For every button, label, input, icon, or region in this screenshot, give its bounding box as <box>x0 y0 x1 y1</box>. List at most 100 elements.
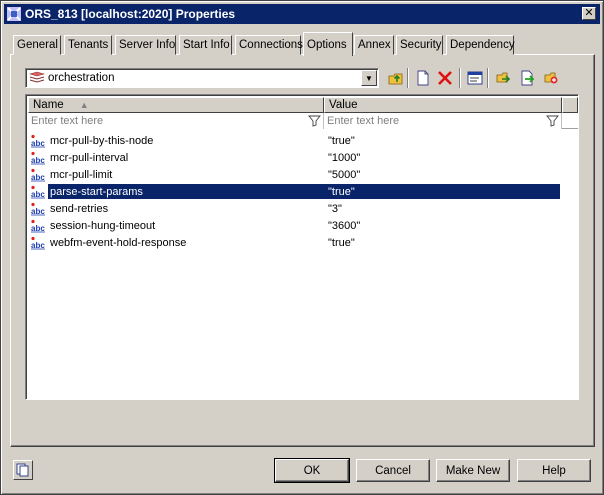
column-header-filler <box>562 97 578 113</box>
section-stack-icon <box>29 71 45 83</box>
sort-ascending-icon: ▲ <box>79 100 89 110</box>
tab-start-info[interactable]: Start Info <box>179 35 232 55</box>
tab-general[interactable]: General <box>13 35 61 55</box>
name-filter-cell <box>28 113 324 129</box>
paste-icon <box>521 70 535 86</box>
help-button[interactable]: Help <box>517 459 591 482</box>
string-option-icon: abc <box>31 168 45 182</box>
value-filter-input[interactable] <box>327 114 561 128</box>
title-bar: ORS_813 [localhost:2020] Properties ✕ <box>4 4 600 24</box>
up-folder-icon <box>388 73 403 85</box>
tab-tenants[interactable]: Tenants <box>64 35 112 55</box>
dropdown-arrow-button[interactable]: ▼ <box>361 70 377 86</box>
name-cell: abc session-hung-timeout <box>30 217 157 234</box>
grid-header: Name ▲ Value <box>28 97 578 113</box>
option-name: parse-start-params <box>50 185 143 198</box>
option-value: "5000" <box>328 168 361 181</box>
up-folder-button[interactable] <box>386 68 406 88</box>
option-value: "true" <box>328 236 355 249</box>
string-option-icon: abc <box>31 151 45 165</box>
name-cell: abc send-retries <box>30 200 110 217</box>
name-cell: abc webfm-event-hold-response <box>30 234 188 251</box>
table-row[interactable]: abc mcr-pull-by-this-node "true" <box>28 132 578 149</box>
grid-rows: abc mcr-pull-by-this-node "true" abc mcr… <box>28 132 578 251</box>
section-select[interactable]: orchestration ▼ <box>25 68 379 88</box>
tab-label: General <box>17 39 58 51</box>
ok-button[interactable]: OK <box>274 458 350 483</box>
new-button[interactable] <box>413 68 433 88</box>
tab-security[interactable]: Security <box>396 35 443 55</box>
name-cell: abc mcr-pull-interval <box>30 149 130 166</box>
string-option-icon: abc <box>31 185 45 199</box>
value-filter-cell <box>324 113 562 129</box>
column-header-label: Name <box>33 99 64 111</box>
make-new-button-label: Make New <box>445 464 501 477</box>
chevron-down-icon: ▼ <box>365 73 373 83</box>
table-row[interactable]: abc mcr-pull-limit "5000" <box>28 166 578 183</box>
window-title: ORS_813 [localhost:2020] Properties <box>25 7 236 21</box>
copy-window-button[interactable] <box>13 460 33 480</box>
tab-connections[interactable]: Connections <box>235 35 303 55</box>
tab-label: Connections <box>239 39 303 51</box>
properties-button[interactable] <box>465 68 485 88</box>
export-button[interactable] <box>541 68 561 88</box>
help-button-label: Help <box>542 464 566 477</box>
toolbar-separator <box>487 68 489 88</box>
filter-icon[interactable] <box>308 114 321 127</box>
table-row[interactable]: abc session-hung-timeout "3600" <box>28 217 578 234</box>
string-option-icon: abc <box>31 134 45 148</box>
name-cell: abc mcr-pull-limit <box>30 166 114 183</box>
table-row-selected[interactable]: abc parse-start-params "true" <box>28 183 578 200</box>
string-option-icon: abc <box>31 236 45 250</box>
application-icon <box>7 7 21 21</box>
filter-row <box>28 113 578 129</box>
tab-annex[interactable]: Annex <box>354 35 394 55</box>
toolbar-separator <box>459 68 461 88</box>
option-name: mcr-pull-limit <box>50 168 113 181</box>
column-header-label: Value <box>329 99 358 111</box>
properties-window: ORS_813 [localhost:2020] Properties ✕ Ge… <box>0 0 604 495</box>
string-option-icon: abc <box>31 202 45 216</box>
tab-label: Tenants <box>68 39 109 51</box>
cancel-button[interactable]: Cancel <box>356 459 430 482</box>
close-button[interactable]: ✕ <box>582 7 596 20</box>
option-name: webfm-event-hold-response <box>50 236 187 249</box>
copy-button[interactable] <box>493 68 513 88</box>
paste-button[interactable] <box>517 68 537 88</box>
option-value: "1000" <box>328 151 361 164</box>
options-grid[interactable]: Name ▲ Value Enter text here Enter text … <box>25 94 579 400</box>
tab-options[interactable]: Options <box>303 32 353 56</box>
toolbar-separator <box>407 68 409 88</box>
option-name: send-retries <box>50 202 109 215</box>
tab-label: Options <box>307 38 347 51</box>
option-name: session-hung-timeout <box>50 219 156 232</box>
option-name: mcr-pull-interval <box>50 151 129 164</box>
filter-icon[interactable] <box>546 114 559 127</box>
option-value: "3" <box>328 202 342 215</box>
tab-label: Dependency <box>450 39 515 51</box>
tab-dependency[interactable]: Dependency <box>446 35 515 55</box>
copy-icon <box>496 72 511 83</box>
name-filter-input[interactable] <box>31 114 323 128</box>
make-new-button[interactable]: Make New <box>436 459 510 482</box>
tab-label: Security <box>400 39 442 51</box>
delete-button[interactable] <box>435 68 455 88</box>
table-row[interactable]: abc send-retries "3" <box>28 200 578 217</box>
option-name: mcr-pull-by-this-node <box>50 134 154 147</box>
ok-button-label: OK <box>303 464 321 477</box>
column-header-name[interactable]: Name ▲ <box>28 97 324 113</box>
table-row[interactable]: abc mcr-pull-interval "1000" <box>28 149 578 166</box>
cancel-button-label: Cancel <box>375 464 411 477</box>
tab-label: Server Info <box>119 39 176 51</box>
string-option-icon: abc <box>31 219 45 233</box>
table-row[interactable]: abc webfm-event-hold-response "true" <box>28 234 578 251</box>
column-header-value[interactable]: Value <box>324 97 562 113</box>
delete-icon <box>438 71 452 85</box>
properties-icon <box>467 71 483 85</box>
section-select-value: orchestration <box>48 72 115 84</box>
export-icon <box>544 72 558 84</box>
tab-server-info[interactable]: Server Info <box>115 35 176 55</box>
tab-label: Start Info <box>183 39 230 51</box>
copy-pages-icon <box>16 463 29 477</box>
option-value: "true" <box>328 185 355 198</box>
